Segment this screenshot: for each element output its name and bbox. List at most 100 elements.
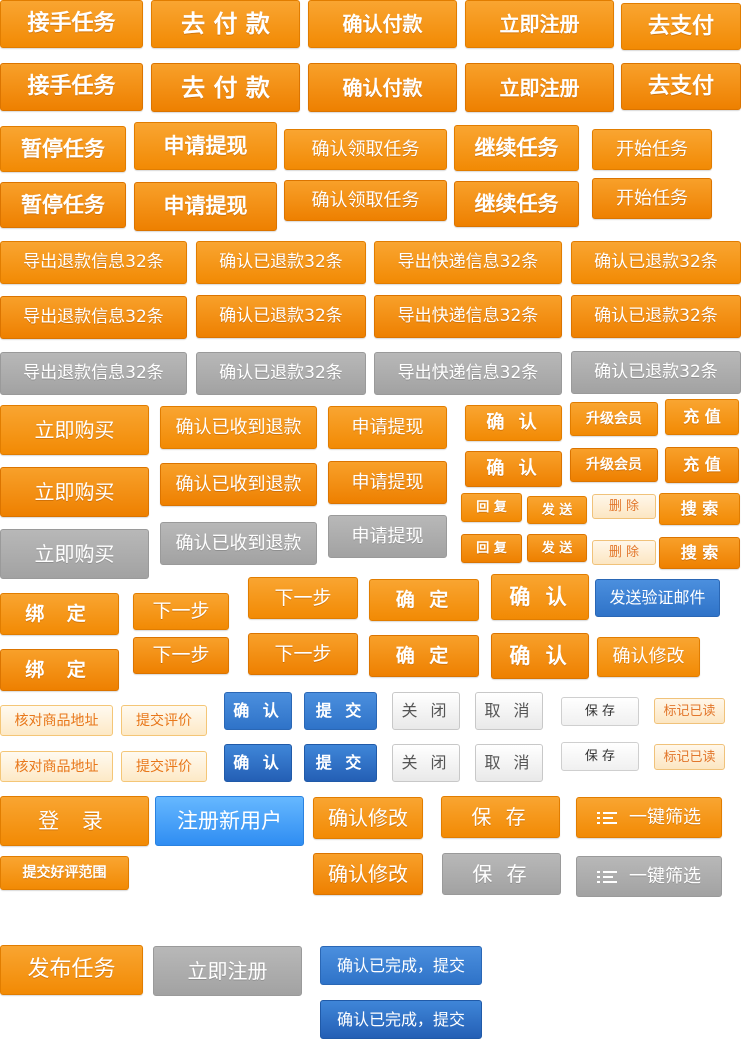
confirm-medium-button-hover[interactable]: 确 认 bbox=[465, 451, 562, 487]
go-pay-button-hover[interactable]: 去 付 款 bbox=[151, 63, 300, 112]
accept-task-button-hover[interactable]: 接手任务 bbox=[0, 63, 143, 111]
buy-now-button-disabled: 立即购买 bbox=[0, 529, 149, 579]
apply-withdraw-small-button-hover[interactable]: 申请提现 bbox=[328, 461, 447, 504]
list-filter-icon bbox=[597, 869, 619, 885]
confirm-refunded-button-2[interactable]: 确认已退款32条 bbox=[571, 241, 741, 284]
accept-task-button[interactable]: 接手任务 bbox=[0, 0, 143, 48]
confirm-refunded-button-2-disabled: 确认已退款32条 bbox=[571, 351, 741, 394]
submit-blue-button[interactable]: 提 交 bbox=[304, 692, 377, 730]
apply-withdraw-button-hover[interactable]: 申请提现 bbox=[134, 182, 277, 231]
confirm-large-button-hover[interactable]: 确 认 bbox=[491, 633, 589, 679]
save-button-disabled: 保 存 bbox=[442, 853, 561, 895]
confirm-blue-button-hover[interactable]: 确 认 bbox=[224, 744, 292, 782]
send-button[interactable]: 发 送 bbox=[527, 496, 587, 524]
register-now-button[interactable]: 立即注册 bbox=[465, 0, 614, 48]
recharge-button-hover[interactable]: 充 值 bbox=[665, 447, 739, 483]
confirm-modify-button[interactable]: 确认修改 bbox=[313, 797, 423, 839]
next-step-button[interactable]: 下一步 bbox=[133, 593, 229, 630]
confirm-refunded-button-hover[interactable]: 确认已退款32条 bbox=[196, 295, 366, 338]
one-key-filter-button-disabled: 一键筛选 bbox=[576, 856, 722, 897]
check-address-button-hover[interactable]: 核对商品地址 bbox=[0, 751, 113, 782]
save-button[interactable]: 保 存 bbox=[441, 796, 560, 838]
confirm-pay-button-hover[interactable]: 确认付款 bbox=[308, 63, 457, 112]
confirm-blue-button[interactable]: 确 认 bbox=[224, 692, 292, 730]
apply-withdraw-button[interactable]: 申请提现 bbox=[134, 122, 277, 170]
start-task-button[interactable]: 开始任务 bbox=[592, 129, 712, 170]
apply-withdraw-small-button-disabled: 申请提现 bbox=[328, 515, 447, 558]
register-now-button-hover[interactable]: 立即注册 bbox=[465, 63, 614, 112]
buy-now-button[interactable]: 立即购买 bbox=[0, 405, 149, 455]
pause-task-button[interactable]: 暂停任务 bbox=[0, 126, 126, 172]
buy-now-button-hover[interactable]: 立即购买 bbox=[0, 467, 149, 517]
publish-task-button[interactable]: 发布任务 bbox=[0, 945, 143, 995]
bind-button[interactable]: 绑 定 bbox=[0, 593, 119, 635]
go-pay-short-button-hover[interactable]: 去支付 bbox=[621, 63, 741, 110]
save-small-button[interactable]: 保 存 bbox=[561, 697, 639, 726]
send-button-hover[interactable]: 发 送 bbox=[527, 534, 587, 562]
export-refund-button-disabled: 导出退款信息32条 bbox=[0, 352, 187, 395]
submit-blue-button-hover[interactable]: 提 交 bbox=[304, 744, 377, 782]
recharge-button[interactable]: 充 值 bbox=[665, 399, 739, 435]
export-refund-button[interactable]: 导出退款信息32条 bbox=[0, 241, 187, 284]
export-express-button[interactable]: 导出快递信息32条 bbox=[374, 241, 562, 284]
register-now-button-disabled: 立即注册 bbox=[153, 946, 302, 996]
one-key-filter-label: 一键筛选 bbox=[629, 865, 701, 887]
confirm-refund-received-button[interactable]: 确认已收到退款 bbox=[160, 406, 317, 449]
confirm-receive-task-button-hover[interactable]: 确认领取任务 bbox=[284, 180, 447, 221]
check-address-button[interactable]: 核对商品地址 bbox=[0, 705, 113, 736]
start-task-button-hover[interactable]: 开始任务 bbox=[592, 178, 712, 219]
submit-review-button[interactable]: 提交评价 bbox=[121, 705, 207, 736]
confirm-receive-task-button[interactable]: 确认领取任务 bbox=[284, 129, 447, 170]
go-pay-short-button[interactable]: 去支付 bbox=[621, 3, 741, 50]
one-key-filter-button[interactable]: 一键筛选 bbox=[576, 797, 722, 838]
close-button[interactable]: 关 闭 bbox=[392, 692, 460, 730]
export-refund-button-hover[interactable]: 导出退款信息32条 bbox=[0, 296, 187, 339]
submit-good-range-button[interactable]: 提交好评范围 bbox=[0, 856, 129, 890]
ok-button[interactable]: 确 定 bbox=[369, 579, 479, 621]
send-verify-mail-button[interactable]: 发送验证邮件 bbox=[595, 579, 720, 617]
upgrade-member-button[interactable]: 升级会员 bbox=[570, 402, 658, 436]
delete-button[interactable]: 删 除 bbox=[592, 494, 656, 519]
reply-button[interactable]: 回 复 bbox=[461, 493, 522, 522]
confirm-refunded-button-disabled: 确认已退款32条 bbox=[196, 352, 366, 395]
confirm-refund-received-button-disabled: 确认已收到退款 bbox=[160, 522, 317, 565]
bind-button-hover[interactable]: 绑 定 bbox=[0, 649, 119, 691]
confirm-done-submit-button-hover[interactable]: 确认已完成，提交 bbox=[320, 1000, 482, 1039]
confirm-refunded-button-2-hover[interactable]: 确认已退款32条 bbox=[571, 295, 741, 338]
cancel-button-hover[interactable]: 取 消 bbox=[475, 744, 543, 782]
confirm-refunded-button[interactable]: 确认已退款32条 bbox=[196, 241, 366, 284]
confirm-modify-small-button[interactable]: 确认修改 bbox=[597, 637, 700, 677]
confirm-modify-button-hover[interactable]: 确认修改 bbox=[313, 853, 423, 895]
confirm-medium-button[interactable]: 确 认 bbox=[465, 405, 562, 441]
go-pay-button[interactable]: 去 付 款 bbox=[151, 0, 300, 48]
login-button[interactable]: 登 录 bbox=[0, 796, 149, 846]
export-express-button-hover[interactable]: 导出快递信息32条 bbox=[374, 295, 562, 338]
upgrade-member-button-hover[interactable]: 升级会员 bbox=[570, 448, 658, 482]
ok-button-hover[interactable]: 确 定 bbox=[369, 635, 479, 677]
confirm-refund-received-button-hover[interactable]: 确认已收到退款 bbox=[160, 463, 317, 506]
next-step-large-button[interactable]: 下一步 bbox=[248, 577, 358, 619]
mark-read-button-hover[interactable]: 标记已读 bbox=[654, 744, 725, 770]
continue-task-button[interactable]: 继续任务 bbox=[454, 125, 579, 171]
mark-read-button[interactable]: 标记已读 bbox=[654, 698, 725, 724]
next-step-large-button-hover[interactable]: 下一步 bbox=[248, 633, 358, 675]
continue-task-button-hover[interactable]: 继续任务 bbox=[454, 181, 579, 227]
reply-button-hover[interactable]: 回 复 bbox=[461, 534, 522, 563]
save-small-button-hover[interactable]: 保 存 bbox=[561, 742, 639, 771]
delete-button-hover[interactable]: 删 除 bbox=[592, 540, 656, 565]
cancel-button[interactable]: 取 消 bbox=[475, 692, 543, 730]
close-button-hover[interactable]: 关 闭 bbox=[392, 744, 460, 782]
confirm-pay-button[interactable]: 确认付款 bbox=[308, 0, 457, 48]
pause-task-button-hover[interactable]: 暂停任务 bbox=[0, 182, 126, 228]
search-button[interactable]: 搜 索 bbox=[659, 493, 740, 525]
one-key-filter-label: 一键筛选 bbox=[629, 806, 701, 828]
apply-withdraw-small-button[interactable]: 申请提现 bbox=[328, 406, 447, 449]
next-step-button-hover[interactable]: 下一步 bbox=[133, 637, 229, 674]
list-filter-icon bbox=[597, 810, 619, 826]
export-express-button-disabled: 导出快递信息32条 bbox=[374, 352, 562, 395]
search-button-hover[interactable]: 搜 索 bbox=[659, 537, 740, 569]
confirm-large-button[interactable]: 确 认 bbox=[491, 574, 589, 620]
register-user-button[interactable]: 注册新用户 bbox=[155, 796, 304, 846]
submit-review-button-hover[interactable]: 提交评价 bbox=[121, 751, 207, 782]
confirm-done-submit-button[interactable]: 确认已完成，提交 bbox=[320, 946, 482, 985]
